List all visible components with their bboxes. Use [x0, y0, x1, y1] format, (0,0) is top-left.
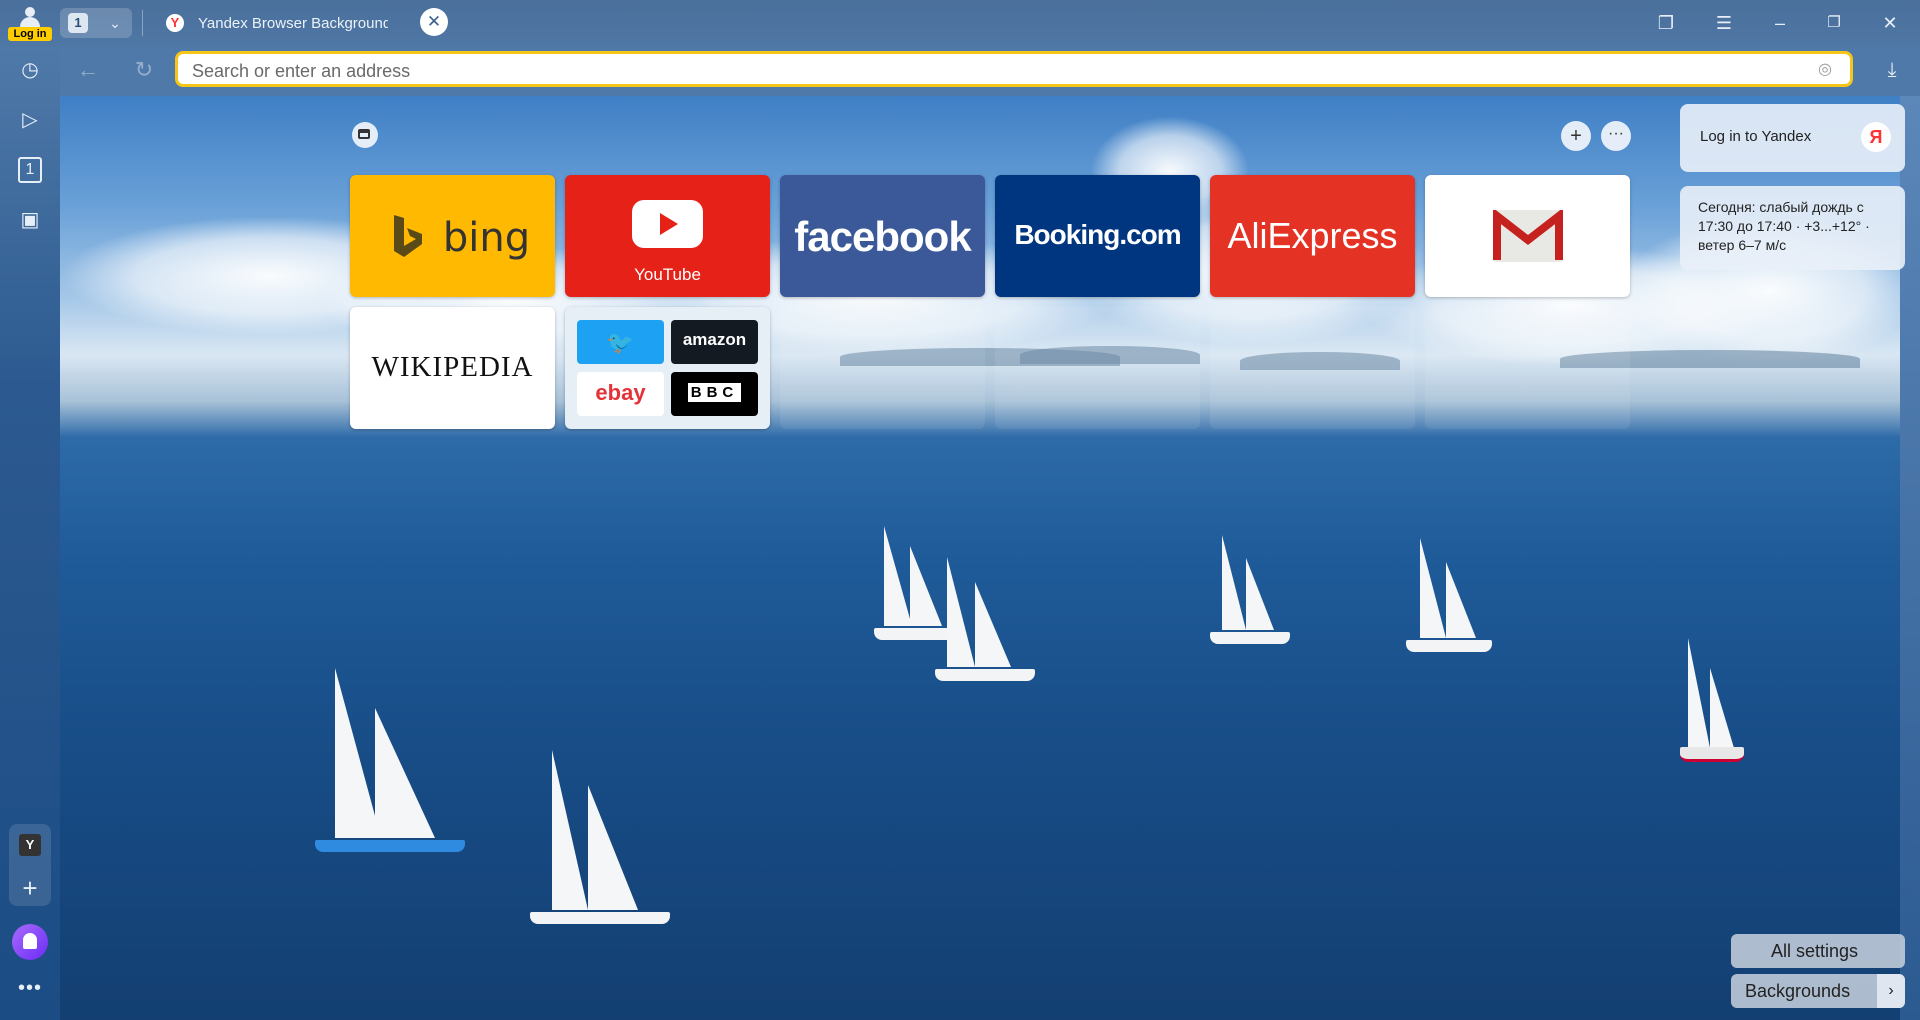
camera-search-icon[interactable]: ◎: [1814, 59, 1836, 81]
chevron-down-icon: ⌄: [109, 15, 121, 31]
yandex-logo-icon: Я: [1861, 122, 1891, 152]
weather-text: Сегодня: слабый дождь с 17:30 до 17:40 ·…: [1698, 199, 1870, 253]
tab-count: 1: [68, 13, 88, 33]
add-sidebar-app-button[interactable]: +: [14, 872, 46, 904]
address-input[interactable]: [190, 57, 1794, 85]
tile-empty-slot[interactable]: [1210, 307, 1415, 429]
tab-title: Yandex Browser Backgrounds: [198, 15, 388, 32]
yandex-favicon-icon: Y: [166, 14, 184, 32]
tab-counter-button[interactable]: 1 ⌄: [60, 8, 132, 38]
tile-gmail[interactable]: [1425, 175, 1630, 297]
alice-assistant-icon[interactable]: [12, 924, 48, 960]
sidebar-tab-counter[interactable]: 1: [14, 154, 46, 186]
tile-wikipedia[interactable]: WIKIPEDIA: [350, 307, 555, 429]
tile-empty-slot[interactable]: [995, 307, 1200, 429]
more-options-button[interactable]: ···: [1601, 121, 1631, 151]
login-card-label: Log in to Yandex: [1700, 128, 1812, 145]
twitter-bird-icon: 🐦: [606, 330, 635, 355]
restore-button[interactable]: ❐: [1818, 8, 1850, 38]
tile-empty-slot[interactable]: [780, 307, 985, 429]
sidebar-tab-count: 1: [18, 157, 42, 183]
profile-login-button[interactable]: Log in: [8, 4, 52, 41]
reload-button[interactable]: ↻: [128, 54, 160, 86]
backgrounds-button[interactable]: Backgrounds ›: [1731, 974, 1905, 1008]
tile-facebook[interactable]: facebook: [780, 175, 985, 297]
tile-label: YouTube: [634, 265, 701, 284]
folder-tile-bbc[interactable]: BBC: [671, 372, 758, 416]
user-icon: [25, 7, 35, 17]
all-settings-label: All settings: [1771, 941, 1859, 961]
weather-widget[interactable]: Сегодня: слабый дождь с 17:30 до 17:40 ·…: [1680, 186, 1905, 270]
folder-tile-twitter[interactable]: 🐦: [577, 320, 664, 364]
tile-label: Booking.com: [1014, 219, 1181, 250]
tile-label: facebook: [794, 213, 971, 260]
tab-separator: [142, 10, 143, 36]
sidebar-y-app[interactable]: Y: [19, 834, 41, 856]
chevron-right-icon[interactable]: ›: [1877, 974, 1905, 1008]
tile-bing[interactable]: bing: [350, 175, 555, 297]
all-settings-button[interactable]: All settings: [1731, 934, 1905, 968]
tile-label: bing: [442, 215, 531, 261]
backgrounds-label: Backgrounds: [1745, 981, 1851, 1001]
back-button[interactable]: ←: [72, 54, 104, 86]
bookmarks-icon[interactable]: ❐: [1650, 8, 1682, 38]
folder-tile-ebay[interactable]: ebay: [577, 372, 664, 416]
gmail-icon: [1493, 207, 1563, 262]
tile-folder[interactable]: 🐦 amazon ebay BBC: [565, 307, 770, 429]
tile-label: AliExpress: [1227, 215, 1398, 256]
menu-icon[interactable]: ☰: [1708, 8, 1740, 38]
tile-booking[interactable]: Booking.com: [995, 175, 1200, 297]
login-badge: Log in: [8, 27, 52, 41]
tile-label: WIKIPEDIA: [371, 351, 534, 383]
tile-empty-slot[interactable]: [1425, 307, 1630, 429]
login-to-yandex-card[interactable]: Log in to Yandex Я: [1680, 104, 1905, 172]
close-window-button[interactable]: ✕: [1874, 8, 1906, 38]
video-play-icon[interactable]: ▷: [14, 104, 46, 136]
more-icon[interactable]: •••: [14, 976, 46, 1008]
youtube-play-icon: [632, 200, 703, 248]
download-icon[interactable]: ⤓: [1876, 54, 1908, 86]
screenshot-camera-icon[interactable]: ▣: [14, 204, 46, 236]
tab-yandex-backgrounds[interactable]: Y Yandex Browser Backgrounds: [156, 6, 406, 40]
address-bar[interactable]: ◎: [175, 51, 1853, 87]
tile-youtube[interactable]: YouTube: [565, 175, 770, 297]
tile-aliexpress[interactable]: AliExpress: [1210, 175, 1415, 297]
add-site-button[interactable]: +: [1561, 121, 1591, 151]
minimize-button[interactable]: ‒: [1764, 8, 1796, 38]
history-icon[interactable]: ◷: [14, 54, 46, 86]
folder-tile-amazon[interactable]: amazon: [671, 320, 758, 364]
close-tab-button[interactable]: ✕: [420, 8, 448, 36]
tablo-view-icon[interactable]: [352, 122, 378, 148]
